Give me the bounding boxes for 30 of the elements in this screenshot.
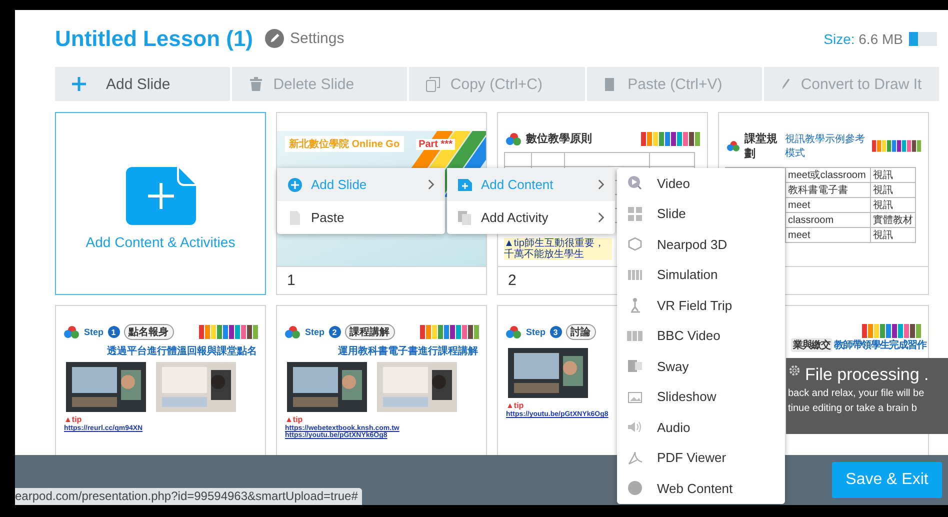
step-number: 2 bbox=[328, 326, 341, 338]
status-url: earpod.com/presentation.php?id=99594963&smartUpload=true# bbox=[15, 488, 362, 505]
step-label: Step bbox=[84, 327, 104, 337]
processing-title: File processing . bbox=[805, 364, 929, 386]
processing-message: back and relax, your file will be bbox=[788, 387, 926, 401]
slide-title: 新北數位學院 Online Go bbox=[285, 136, 404, 152]
size-readout: Size: 6.6 MB bbox=[824, 30, 903, 46]
step-tag: 討論 bbox=[566, 324, 596, 340]
slide-tip: ▲tip bbox=[285, 414, 304, 424]
step-number: 3 bbox=[550, 326, 562, 338]
lesson-title: Untitled Lesson (1) bbox=[55, 26, 254, 52]
step-tag: 點名報身 bbox=[124, 324, 174, 340]
slide-number: 1 bbox=[287, 272, 296, 289]
step-number: 1 bbox=[108, 326, 120, 338]
slide-headline: 透過平台進行體溫回報與課堂點名 bbox=[106, 344, 258, 358]
slide-title: 數位教學原則 bbox=[526, 132, 592, 146]
slide-tip: ▲tip bbox=[64, 414, 83, 424]
slide-title: 課堂規劃 bbox=[744, 132, 778, 161]
slide-headline: 教師帶領學生完成習作 bbox=[834, 338, 926, 352]
step-label: Step bbox=[305, 327, 325, 337]
slide-tip: ▲tip師生互動很重要，千萬不能放生學生 bbox=[504, 238, 612, 260]
slide-tip: ▲tip bbox=[506, 400, 525, 410]
step-tag: 業與繳交 bbox=[791, 338, 832, 352]
slide-number: 2 bbox=[508, 272, 516, 289]
processing-message: tinue editing or take a brain b bbox=[788, 402, 918, 416]
slide-subtitle: Part *** bbox=[416, 139, 456, 150]
slide-headline: 運用教科書電子書進行課程講解 bbox=[337, 344, 479, 358]
slide-subtitle: 視訊教學示例參考模式 bbox=[784, 132, 866, 160]
step-label: Step bbox=[526, 327, 546, 337]
step-tag: 課程講解 bbox=[344, 324, 395, 340]
